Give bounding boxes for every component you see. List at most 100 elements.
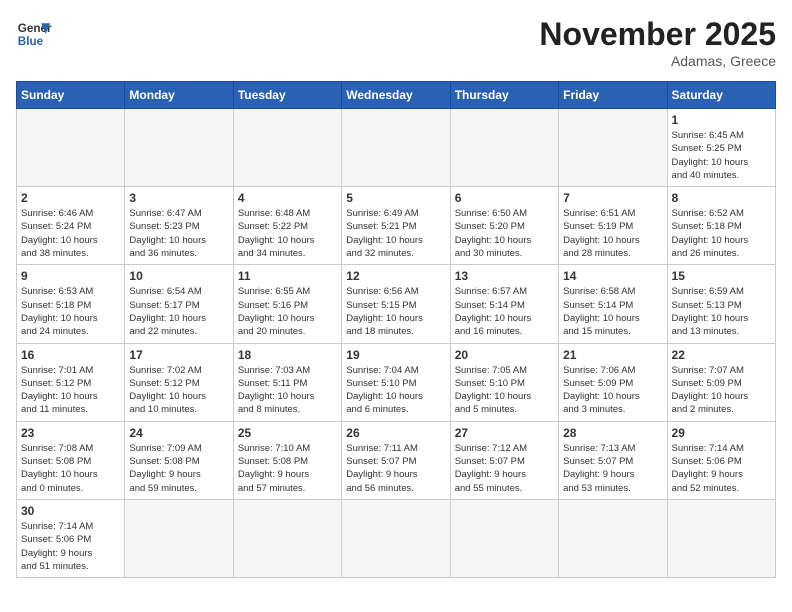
day-number: 4 xyxy=(238,191,337,205)
calendar-cell xyxy=(342,499,450,577)
weekday-header-friday: Friday xyxy=(559,82,667,109)
calendar-cell xyxy=(450,109,558,187)
logo: General Blue xyxy=(16,16,56,52)
calendar-cell xyxy=(667,499,775,577)
calendar-cell: 15Sunrise: 6:59 AM Sunset: 5:13 PM Dayli… xyxy=(667,265,775,343)
day-number: 11 xyxy=(238,269,337,283)
calendar-cell: 26 Sunrise: 7:11 AM Sunset: 5:07 PM Dayli… xyxy=(342,421,450,499)
day-info: Sunrise: 7:14 AM Sunset: 5:06 PM Dayligh… xyxy=(21,520,120,573)
calendar-cell: 28 Sunrise: 7:13 AM Sunset: 5:07 PM Dayli… xyxy=(559,421,667,499)
calendar-cell xyxy=(125,499,233,577)
calendar-cell: 12 Sunrise: 6:56 AM Sunset: 5:15 PM Dayli… xyxy=(342,265,450,343)
day-info: Sunrise: 7:11 AM Sunset: 5:07 PM Dayligh… xyxy=(346,442,445,495)
calendar-week-6: 30 Sunrise: 7:14 AM Sunset: 5:06 PM Dayli… xyxy=(17,499,776,577)
title-block: November 2025 Adamas, Greece xyxy=(539,16,776,69)
day-info: Sunrise: 6:55 AM Sunset: 5:16 PM Dayligh… xyxy=(238,285,337,338)
day-info: Sunrise: 6:59 AM Sunset: 5:13 PM Dayligh… xyxy=(672,285,771,338)
calendar-cell: 16 Sunrise: 7:01 AM Sunset: 5:12 PM Dayli… xyxy=(17,343,125,421)
calendar-cell: 27Sunrise: 7:12 AM Sunset: 5:07 PM Dayli… xyxy=(450,421,558,499)
weekday-header-monday: Monday xyxy=(125,82,233,109)
calendar-cell: 17Sunrise: 7:02 AM Sunset: 5:12 PM Dayli… xyxy=(125,343,233,421)
day-number: 2 xyxy=(21,191,120,205)
day-number: 22 xyxy=(672,348,771,362)
day-info: Sunrise: 7:09 AM Sunset: 5:08 PM Dayligh… xyxy=(129,442,228,495)
calendar-cell xyxy=(233,499,341,577)
calendar-week-1: 1Sunrise: 6:45 AM Sunset: 5:25 PM Daylig… xyxy=(17,109,776,187)
calendar-cell: 24 Sunrise: 7:09 AM Sunset: 5:08 PM Dayli… xyxy=(125,421,233,499)
calendar-week-5: 23Sunrise: 7:08 AM Sunset: 5:08 PM Dayli… xyxy=(17,421,776,499)
month-title: November 2025 xyxy=(539,16,776,53)
day-number: 9 xyxy=(21,269,120,283)
day-number: 7 xyxy=(563,191,662,205)
calendar-cell: 5 Sunrise: 6:49 AM Sunset: 5:21 PM Daylig… xyxy=(342,187,450,265)
calendar-table: SundayMondayTuesdayWednesdayThursdayFrid… xyxy=(16,81,776,578)
weekday-header-wednesday: Wednesday xyxy=(342,82,450,109)
day-number: 28 xyxy=(563,426,662,440)
day-info: Sunrise: 7:14 AM Sunset: 5:06 PM Dayligh… xyxy=(672,442,771,495)
svg-text:Blue: Blue xyxy=(18,35,44,48)
calendar-cell: 8Sunrise: 6:52 AM Sunset: 5:18 PM Daylig… xyxy=(667,187,775,265)
logo-icon: General Blue xyxy=(16,16,52,52)
calendar-cell: 9Sunrise: 6:53 AM Sunset: 5:18 PM Daylig… xyxy=(17,265,125,343)
day-number: 24 xyxy=(129,426,228,440)
calendar-cell: 10Sunrise: 6:54 AM Sunset: 5:17 PM Dayli… xyxy=(125,265,233,343)
day-number: 26 xyxy=(346,426,445,440)
weekday-header-tuesday: Tuesday xyxy=(233,82,341,109)
calendar-cell: 29 Sunrise: 7:14 AM Sunset: 5:06 PM Dayli… xyxy=(667,421,775,499)
calendar-cell: 1Sunrise: 6:45 AM Sunset: 5:25 PM Daylig… xyxy=(667,109,775,187)
day-number: 3 xyxy=(129,191,228,205)
day-number: 25 xyxy=(238,426,337,440)
day-number: 21 xyxy=(563,348,662,362)
day-info: Sunrise: 7:05 AM Sunset: 5:10 PM Dayligh… xyxy=(455,364,554,417)
day-info: Sunrise: 7:06 AM Sunset: 5:09 PM Dayligh… xyxy=(563,364,662,417)
day-number: 20 xyxy=(455,348,554,362)
calendar-cell: 11 Sunrise: 6:55 AM Sunset: 5:16 PM Dayli… xyxy=(233,265,341,343)
day-info: Sunrise: 6:50 AM Sunset: 5:20 PM Dayligh… xyxy=(455,207,554,260)
calendar-cell xyxy=(17,109,125,187)
calendar-cell: 13 Sunrise: 6:57 AM Sunset: 5:14 PM Dayli… xyxy=(450,265,558,343)
day-number: 19 xyxy=(346,348,445,362)
day-info: Sunrise: 7:03 AM Sunset: 5:11 PM Dayligh… xyxy=(238,364,337,417)
day-info: Sunrise: 7:02 AM Sunset: 5:12 PM Dayligh… xyxy=(129,364,228,417)
day-number: 27 xyxy=(455,426,554,440)
calendar-cell: 23Sunrise: 7:08 AM Sunset: 5:08 PM Dayli… xyxy=(17,421,125,499)
day-info: Sunrise: 6:57 AM Sunset: 5:14 PM Dayligh… xyxy=(455,285,554,338)
day-info: Sunrise: 7:13 AM Sunset: 5:07 PM Dayligh… xyxy=(563,442,662,495)
calendar-week-3: 9Sunrise: 6:53 AM Sunset: 5:18 PM Daylig… xyxy=(17,265,776,343)
day-number: 23 xyxy=(21,426,120,440)
calendar-cell xyxy=(559,499,667,577)
day-info: Sunrise: 6:54 AM Sunset: 5:17 PM Dayligh… xyxy=(129,285,228,338)
day-info: Sunrise: 7:10 AM Sunset: 5:08 PM Dayligh… xyxy=(238,442,337,495)
calendar-cell: 30 Sunrise: 7:14 AM Sunset: 5:06 PM Dayli… xyxy=(17,499,125,577)
day-number: 5 xyxy=(346,191,445,205)
day-info: Sunrise: 6:56 AM Sunset: 5:15 PM Dayligh… xyxy=(346,285,445,338)
day-number: 6 xyxy=(455,191,554,205)
calendar-cell xyxy=(125,109,233,187)
weekday-header-saturday: Saturday xyxy=(667,82,775,109)
calendar-week-4: 16 Sunrise: 7:01 AM Sunset: 5:12 PM Dayli… xyxy=(17,343,776,421)
day-number: 8 xyxy=(672,191,771,205)
day-number: 18 xyxy=(238,348,337,362)
day-number: 29 xyxy=(672,426,771,440)
day-info: Sunrise: 6:47 AM Sunset: 5:23 PM Dayligh… xyxy=(129,207,228,260)
weekday-header-row: SundayMondayTuesdayWednesdayThursdayFrid… xyxy=(17,82,776,109)
weekday-header-sunday: Sunday xyxy=(17,82,125,109)
location: Adamas, Greece xyxy=(539,53,776,69)
calendar-cell xyxy=(450,499,558,577)
calendar-cell: 20 Sunrise: 7:05 AM Sunset: 5:10 PM Dayli… xyxy=(450,343,558,421)
day-info: Sunrise: 7:07 AM Sunset: 5:09 PM Dayligh… xyxy=(672,364,771,417)
day-info: Sunrise: 6:46 AM Sunset: 5:24 PM Dayligh… xyxy=(21,207,120,260)
calendar-cell xyxy=(342,109,450,187)
day-number: 16 xyxy=(21,348,120,362)
day-info: Sunrise: 6:51 AM Sunset: 5:19 PM Dayligh… xyxy=(563,207,662,260)
day-info: Sunrise: 7:01 AM Sunset: 5:12 PM Dayligh… xyxy=(21,364,120,417)
day-info: Sunrise: 6:49 AM Sunset: 5:21 PM Dayligh… xyxy=(346,207,445,260)
day-number: 13 xyxy=(455,269,554,283)
calendar-cell: 21 Sunrise: 7:06 AM Sunset: 5:09 PM Dayli… xyxy=(559,343,667,421)
calendar-cell: 2 Sunrise: 6:46 AM Sunset: 5:24 PM Daylig… xyxy=(17,187,125,265)
day-info: Sunrise: 6:58 AM Sunset: 5:14 PM Dayligh… xyxy=(563,285,662,338)
calendar-cell xyxy=(233,109,341,187)
day-number: 30 xyxy=(21,504,120,518)
page-header: General Blue November 2025 Adamas, Greec… xyxy=(16,16,776,69)
day-number: 12 xyxy=(346,269,445,283)
